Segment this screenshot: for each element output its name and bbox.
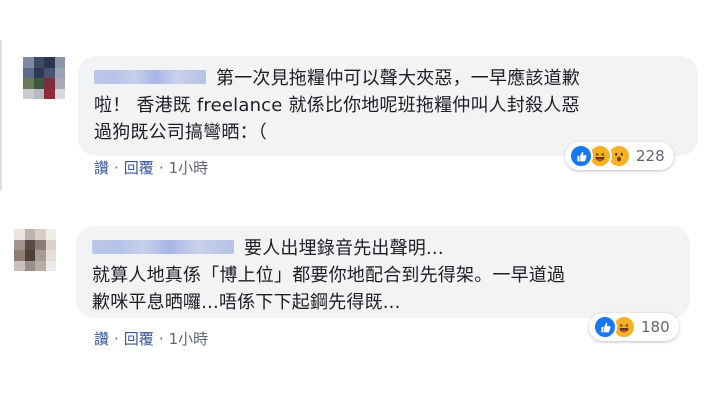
like-link[interactable]: 讚 — [94, 330, 109, 348]
timestamp[interactable]: 1小時 — [169, 159, 209, 177]
reply-link[interactable]: 回覆 — [124, 330, 154, 348]
like-icon — [593, 315, 617, 339]
reaction-count: 228 — [636, 147, 665, 165]
like-icon — [569, 144, 593, 168]
comment-actions: 讚 · 回覆 · 1小時 — [94, 330, 209, 348]
like-link[interactable]: 讚 — [94, 159, 109, 177]
thread-divider — [0, 40, 2, 190]
author-name[interactable] — [94, 70, 206, 84]
comment-actions: 讚 · 回覆 · 1小時 — [94, 159, 209, 177]
reaction-count: 180 — [641, 318, 670, 336]
reactions-summary[interactable]: 228 — [565, 142, 674, 170]
reactions-summary[interactable]: 180 — [589, 313, 679, 341]
author-name[interactable] — [92, 240, 234, 254]
timestamp[interactable]: 1小時 — [169, 330, 209, 348]
avatar[interactable] — [23, 57, 65, 99]
comment-bubble: 第一次見拖糧仲可以聲大夾惡，一早應該道歉 啦！ 香港既 freelance 就係… — [78, 56, 698, 156]
avatar[interactable] — [14, 229, 56, 271]
comment-bubble: 要人出埋錄音先出聲明... 就算人地真係「博上位」都要你地配合到先得架。一早道過… — [76, 226, 690, 318]
reply-link[interactable]: 回覆 — [124, 159, 154, 177]
